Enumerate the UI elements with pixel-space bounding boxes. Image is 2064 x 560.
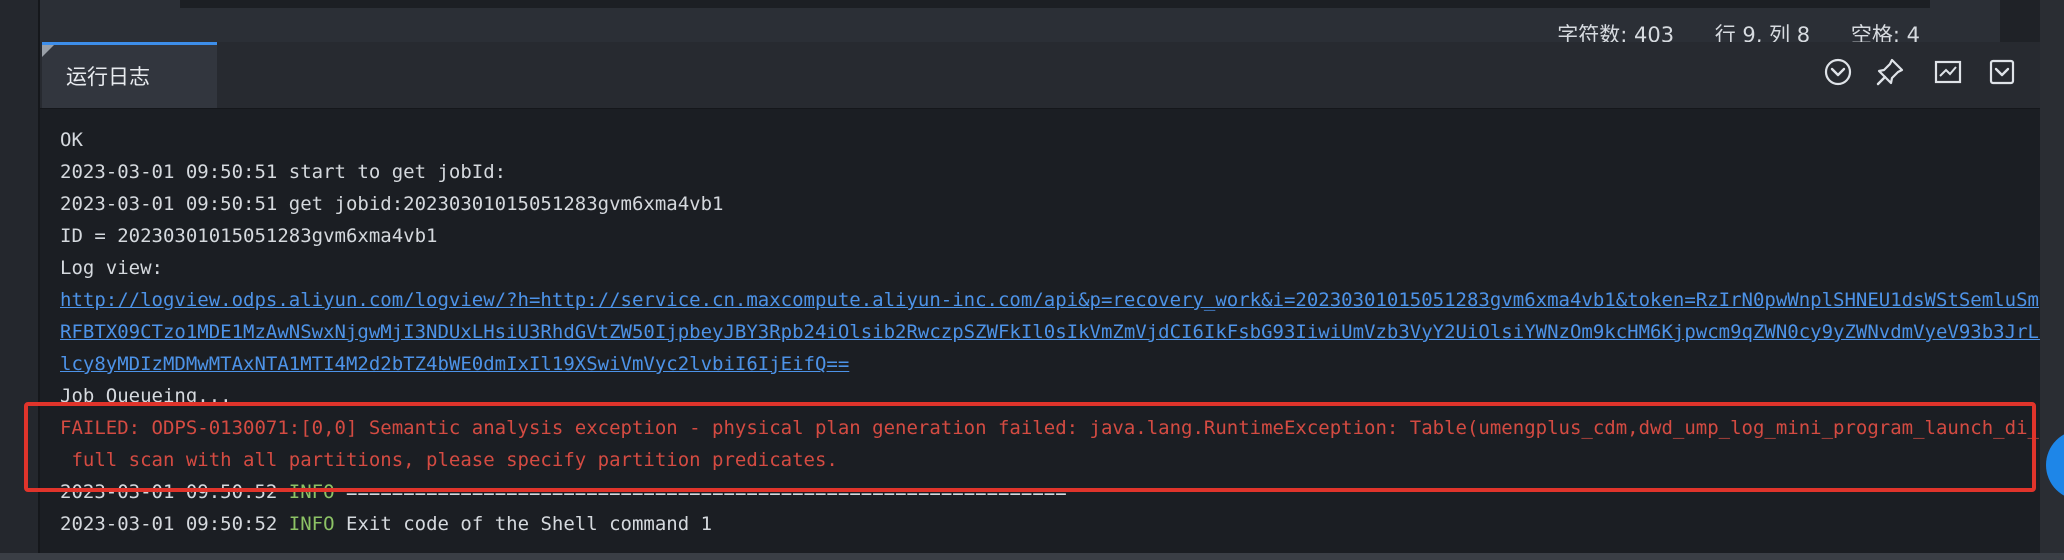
log-line: 2023-03-01 09:50:51 start to get jobId:: [60, 161, 507, 183]
tab-label: 运行日志: [66, 65, 150, 89]
error-highlight-box: [24, 402, 2036, 492]
chevron-circle-down-icon[interactable]: [1820, 54, 1856, 90]
log-line: Log view:: [60, 257, 163, 279]
log-message: Exit code of the Shell command 1: [346, 513, 713, 535]
log-line: OK: [60, 129, 83, 151]
editor-area[interactable]: [40, 0, 2000, 10]
log-line: 2023-03-01 09:50:51 get jobid:2023030101…: [60, 193, 724, 215]
logview-link[interactable]: RFBTX09CTzo1MDE1MzAwNSwxNjgwMjI3NDUxLHsi…: [60, 316, 2064, 348]
bottom-border: [0, 553, 2064, 560]
log-line: ID = 20230301015051283gvm6xma4vb1: [60, 225, 438, 247]
log-line: 2023-03-01 09:50:52 INFO Exit code of th…: [60, 508, 2020, 540]
tab-run-log[interactable]: 运行日志: [42, 42, 217, 108]
window-maximize-icon[interactable]: [1930, 54, 1966, 90]
log-level: INFO: [288, 513, 335, 535]
tab-corner-marker: [42, 45, 54, 57]
pin-icon[interactable]: [1872, 54, 1908, 90]
panel-tab-bar: 运行日志: [40, 42, 2040, 109]
log-timestamp: 2023-03-01 09:50:52: [60, 513, 278, 535]
chevron-square-down-icon[interactable]: [1984, 54, 2020, 90]
logview-link[interactable]: lcy8yMDIzMDMwMTAxNTA1MTI4M2d2bTZ4bWE0dmI…: [60, 348, 2020, 380]
logview-link[interactable]: http://logview.odps.aliyun.com/logview/?…: [60, 284, 2064, 316]
